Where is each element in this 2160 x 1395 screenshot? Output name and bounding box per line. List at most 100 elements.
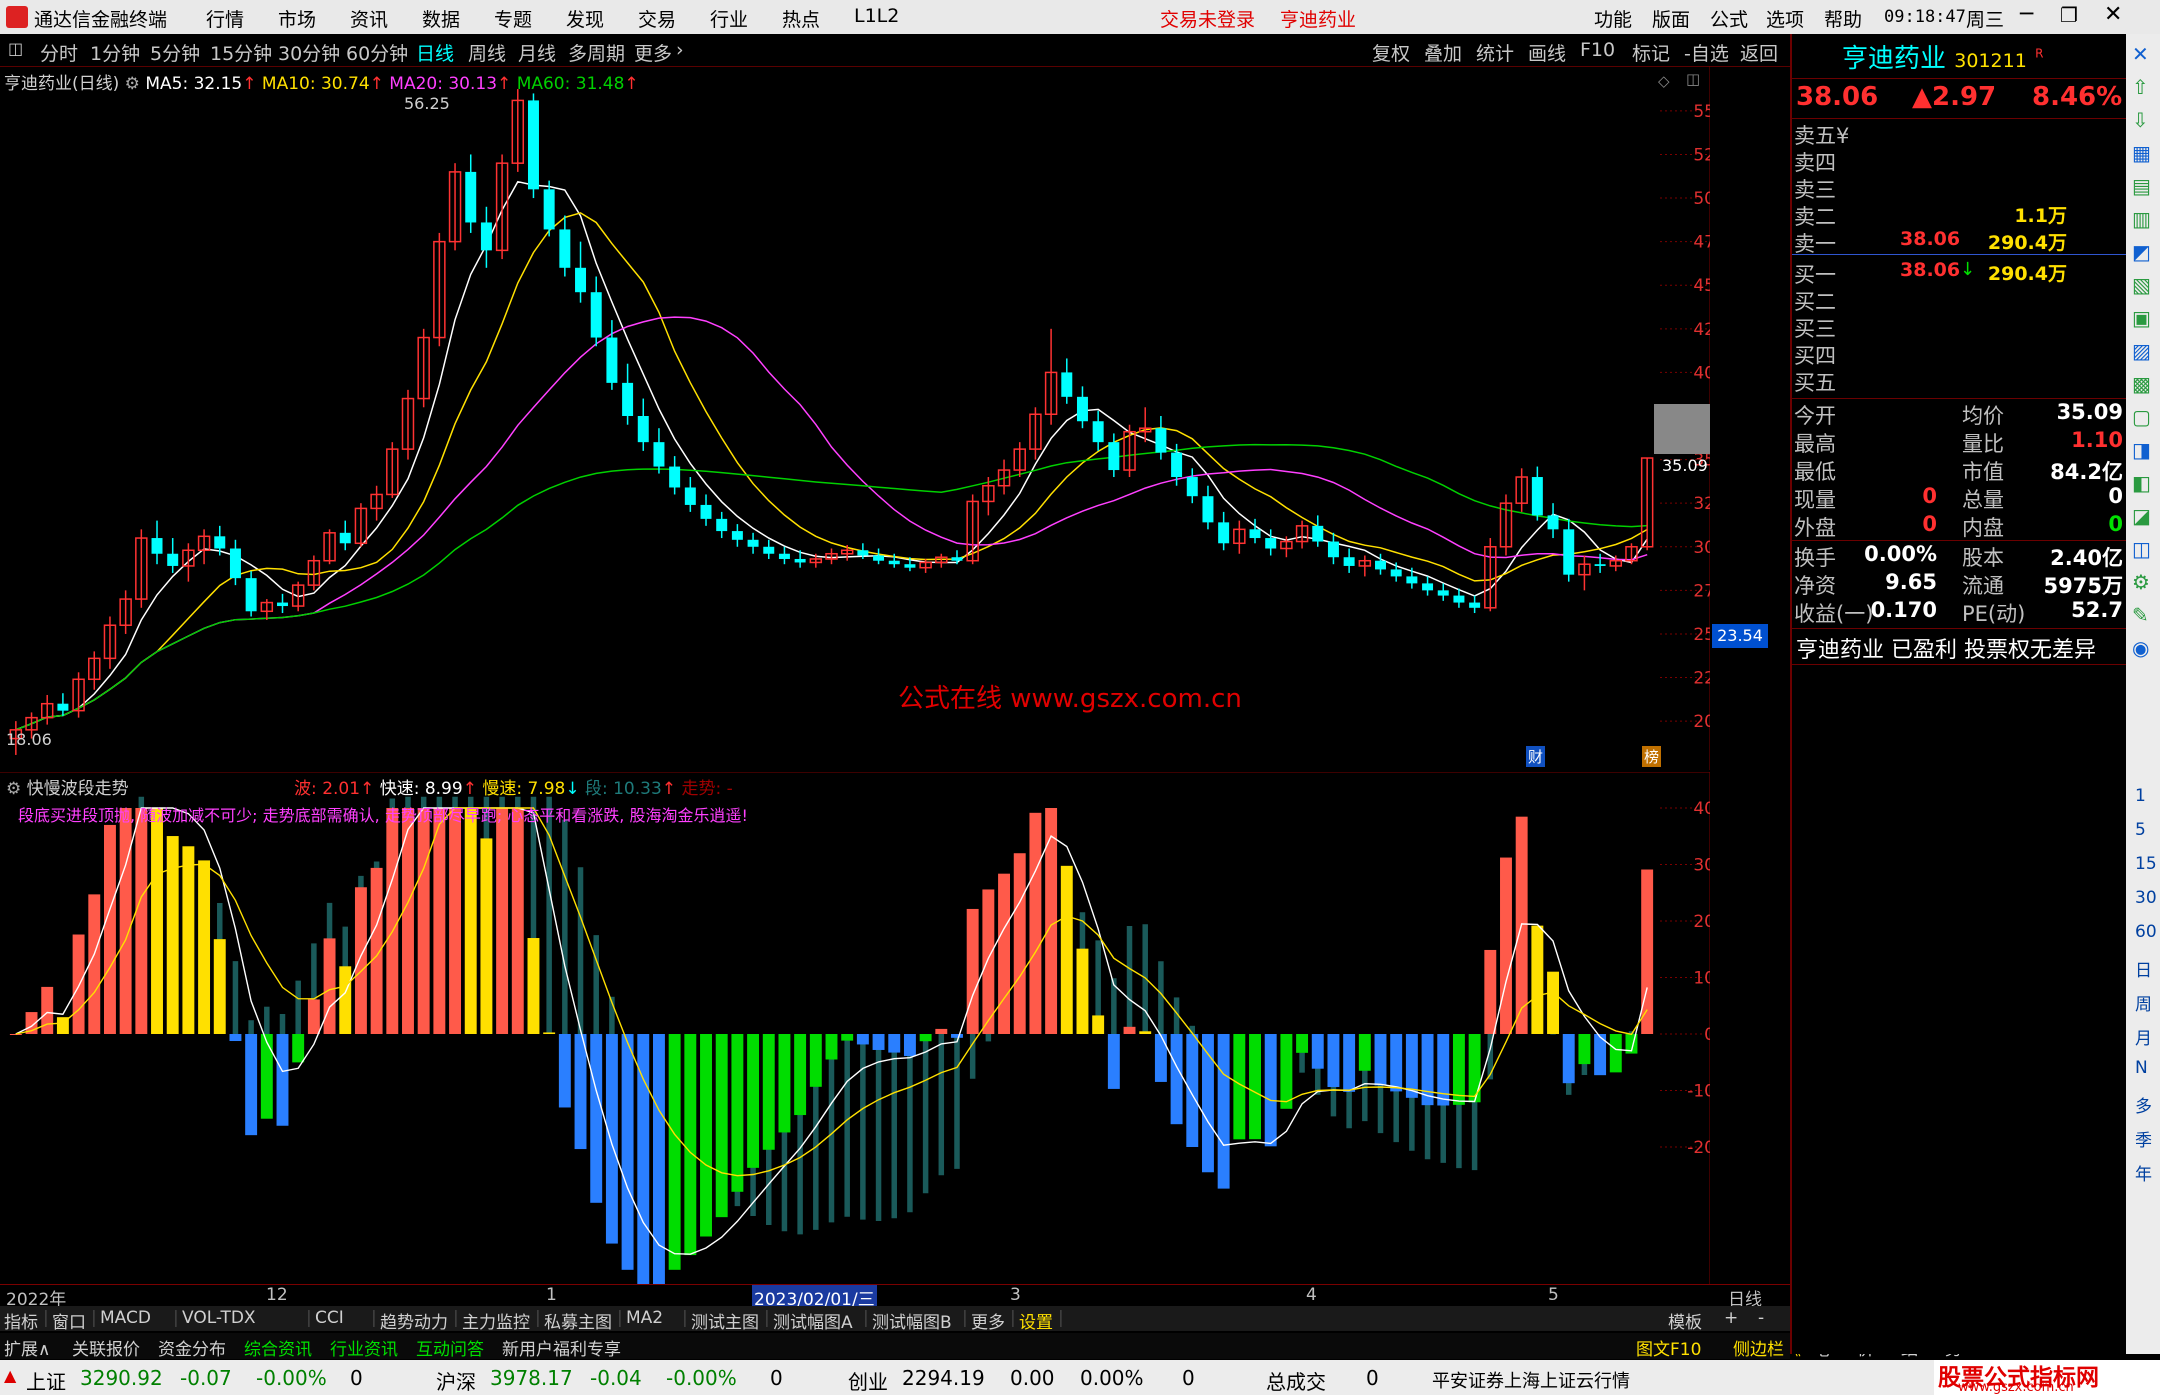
indicator-tab[interactable]: 更多 xyxy=(971,1308,1005,1333)
sidebar-tool-icon[interactable]: ◩ xyxy=(2132,240,2151,264)
sidebar-tool-icon[interactable]: ✎ xyxy=(2132,603,2149,627)
sidebar-period-link[interactable]: N xyxy=(2135,1058,2148,1078)
sidebar-tool-icon[interactable]: ▤ xyxy=(2132,174,2151,198)
order-row[interactable]: 卖二 1.1万 xyxy=(1792,201,2127,229)
indicator-tab[interactable]: 主力监控 xyxy=(462,1308,530,1333)
bottom-tab[interactable]: 新用户福利专享 xyxy=(502,1335,621,1360)
settings-icon[interactable]: ⚙ xyxy=(125,74,140,94)
expand-icon[interactable]: ▲ xyxy=(4,1366,16,1385)
sidebar-period-link[interactable]: 多 xyxy=(2135,1092,2152,1117)
rank-marker[interactable]: 榜 xyxy=(1642,746,1662,767)
close-icon[interactable]: ✕ xyxy=(2104,2,2122,27)
period-1min[interactable]: 1分钟 xyxy=(90,39,140,66)
tool-back[interactable]: 返回 xyxy=(1740,39,1778,66)
order-row[interactable]: 卖四 xyxy=(1792,147,2127,175)
login-status[interactable]: 交易未登录 xyxy=(1160,5,1255,32)
bottom-tab[interactable]: 互动问答 xyxy=(416,1335,484,1360)
bottom-tab[interactable]: 综合资讯 xyxy=(244,1335,312,1360)
menu-trade[interactable]: 交易 xyxy=(638,5,676,32)
menu-function[interactable]: 功能 xyxy=(1594,5,1632,32)
tool-watchlist[interactable]: -自选 xyxy=(1684,39,1729,66)
period-daily[interactable]: 日线 xyxy=(416,39,454,66)
order-row[interactable]: 卖三 xyxy=(1792,174,2127,202)
order-row[interactable]: 卖五¥ xyxy=(1792,120,2127,148)
sidebar-period-link[interactable]: 日 xyxy=(2135,956,2152,981)
more-chevron-icon[interactable]: › xyxy=(676,39,684,61)
tool-adjust[interactable]: 复权 xyxy=(1372,39,1410,66)
indicator-settings-icon[interactable]: ⚙ xyxy=(6,779,21,799)
menu-options[interactable]: 选项 xyxy=(1766,5,1804,32)
order-row[interactable]: 买三 xyxy=(1792,313,2127,341)
tool-draw[interactable]: 画线 xyxy=(1528,39,1566,66)
menu-layout[interactable]: 版面 xyxy=(1652,5,1690,32)
indicator-tab[interactable]: 窗口 xyxy=(52,1308,86,1333)
sidebar-tool-icon[interactable]: ◨ xyxy=(2132,438,2151,462)
sidebar-tool-icon[interactable]: ▦ xyxy=(2132,141,2151,165)
period-monthly[interactable]: 月线 xyxy=(518,39,556,66)
indicator-tab[interactable]: 测试幅图A xyxy=(773,1308,853,1333)
menu-industry[interactable]: 行业 xyxy=(710,5,748,32)
bottom-tab[interactable]: 行业资讯 xyxy=(330,1335,398,1360)
sidebar-tool-icon[interactable]: ⚙ xyxy=(2132,570,2150,594)
indicator-tab[interactable]: 指标 xyxy=(4,1308,38,1333)
panel-toggle-icon[interactable]: ◫ xyxy=(8,39,23,58)
sidebar-tool-icon[interactable]: ▩ xyxy=(2132,372,2151,396)
menu-discover[interactable]: 发现 xyxy=(566,5,604,32)
bottom-tab[interactable]: 资金分布 xyxy=(158,1335,226,1360)
sidebar-tool-icon[interactable]: ▨ xyxy=(2132,339,2151,363)
main-chart[interactable]: 55.0052.5050.0047.5045.0042.5040.0037.50… xyxy=(0,66,1768,770)
tool-f10[interactable]: F10 xyxy=(1580,39,1615,61)
hs-index-name[interactable]: 沪深 xyxy=(436,1366,476,1395)
period-intraday[interactable]: 分时 xyxy=(40,39,78,66)
period-5min[interactable]: 5分钟 xyxy=(150,39,200,66)
period-more[interactable]: 更多 xyxy=(634,39,672,66)
sidebar-tool-icon[interactable]: ◉ xyxy=(2132,636,2149,660)
sidebar-period-link[interactable]: 周 xyxy=(2135,990,2152,1015)
wave-indicator[interactable]: 40.00 30.00 20.00 10.00 0.00 -10.00 -20.00 xyxy=(0,772,1710,1284)
cy-index-name[interactable]: 创业 xyxy=(848,1366,888,1395)
news-headline[interactable]: 亨迪药业 已盈利 投票权无差异 xyxy=(1796,632,2096,664)
menu-hot[interactable]: 热点 xyxy=(782,5,820,32)
indicator-chart[interactable]: 40.00 30.00 20.00 10.00 0.00 -10.00 -20.00 ⚙ 快… xyxy=(0,772,1710,1284)
indicator-tab[interactable]: 趋势动力 xyxy=(380,1308,448,1333)
menu-topics[interactable]: 专题 xyxy=(494,5,532,32)
sidebar-period-link[interactable]: 30 xyxy=(2135,888,2157,908)
indicator-tab[interactable]: CCI xyxy=(315,1308,344,1328)
side-tab[interactable]: 图文F10 xyxy=(1636,1335,1701,1360)
menu-l1l2[interactable]: L1L2 xyxy=(854,5,899,27)
tool-overlay[interactable]: 叠加 xyxy=(1424,39,1462,66)
menu-formula[interactable]: 公式 xyxy=(1710,5,1748,32)
indicator-tab[interactable]: VOL-TDX xyxy=(182,1308,256,1328)
indicator-tab[interactable]: 设置 xyxy=(1019,1308,1053,1333)
template-control[interactable]: - xyxy=(1758,1308,1764,1328)
tool-stats[interactable]: 统计 xyxy=(1476,39,1514,66)
sidebar-tool-icon[interactable]: ◫ xyxy=(2132,537,2151,561)
menu-news[interactable]: 资讯 xyxy=(350,5,388,32)
sidebar-tool-icon[interactable]: ▧ xyxy=(2132,273,2151,297)
order-row[interactable]: 买二 xyxy=(1792,286,2127,314)
template-control[interactable]: + xyxy=(1724,1308,1738,1328)
candlestick-chart[interactable]: 55.0052.5050.0047.5045.0042.5040.0037.50… xyxy=(0,66,1710,770)
order-row[interactable]: 卖一 38.06 290.4万 xyxy=(1792,228,2127,256)
indicator-tab[interactable]: MACD xyxy=(100,1308,151,1328)
sidebar-tool-icon[interactable]: ⇧ xyxy=(2132,75,2149,99)
finance-marker[interactable]: 财 xyxy=(1526,746,1546,767)
sidebar-tool-icon[interactable]: ▥ xyxy=(2132,207,2151,231)
sidebar-period-link[interactable]: 1 xyxy=(2135,786,2146,806)
menu-data[interactable]: 数据 xyxy=(422,5,460,32)
indicator-tab[interactable]: MA2 xyxy=(626,1308,663,1328)
period-multi[interactable]: 多周期 xyxy=(568,39,625,66)
sidebar-period-link[interactable]: 季 xyxy=(2135,1126,2152,1151)
sidebar-tool-icon[interactable]: ◧ xyxy=(2132,471,2151,495)
order-row[interactable]: 买四 xyxy=(1792,340,2127,368)
window-toggle-icon[interactable]: ◫ xyxy=(1686,70,1700,88)
order-row[interactable]: 买五 xyxy=(1792,367,2127,395)
period-60min[interactable]: 60分钟 xyxy=(346,39,408,66)
sidebar-tool-icon[interactable]: ◪ xyxy=(2132,504,2151,528)
period-weekly[interactable]: 周线 xyxy=(468,39,506,66)
sidebar-period-link[interactable]: 年 xyxy=(2135,1160,2152,1185)
sidebar-tool-icon[interactable]: ▢ xyxy=(2132,405,2151,429)
sidebar-tool-icon[interactable]: ▣ xyxy=(2132,306,2151,330)
bottom-tab[interactable]: 扩展∧ xyxy=(4,1335,50,1360)
sidebar-period-link[interactable]: 月 xyxy=(2135,1024,2152,1049)
